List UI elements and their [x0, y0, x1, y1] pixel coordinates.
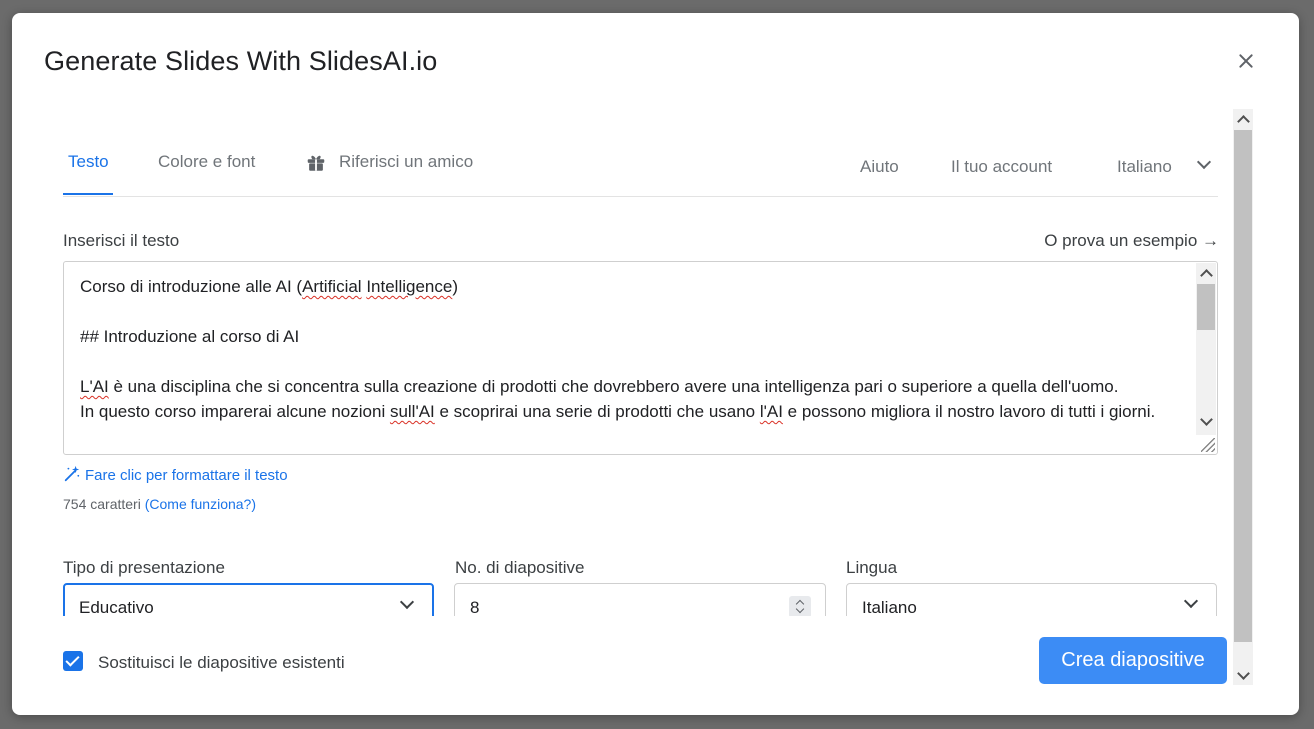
char-count: 754 caratteri (Come funziona?) [63, 496, 256, 512]
text-line: ## Introduzione al corso di AI [80, 327, 300, 346]
text-line: Corso di introduzione alle AI (Artificia… [80, 277, 458, 296]
scroll-up-icon[interactable] [1200, 269, 1213, 282]
magic-wand-icon [64, 465, 80, 482]
text-line: In questo corso imparerai alcune nozioni… [80, 402, 1156, 421]
scroll-up-button[interactable] [1233, 109, 1253, 129]
account-link[interactable]: Il tuo account [951, 157, 1052, 177]
format-link-label[interactable]: Fare clic per formattare il testo [85, 467, 288, 484]
chevron-down-icon[interactable] [1196, 154, 1212, 170]
presentation-type-label: Tipo di presentazione [63, 558, 225, 577]
slide-count-label: No. di diapositive [455, 558, 585, 577]
scrollbar-thumb[interactable] [1234, 130, 1252, 642]
language-label: Lingua [846, 558, 898, 577]
language-selector[interactable]: Italiano [1117, 157, 1172, 177]
replace-slides-checkbox[interactable] [63, 651, 83, 671]
resize-handle-icon[interactable] [1201, 438, 1215, 452]
scroll-down-button[interactable] [1233, 665, 1253, 685]
dialog-scrollbar[interactable] [1233, 109, 1253, 685]
text-content[interactable]: Corso di introduzione alle AI (Artificia… [80, 274, 1190, 424]
format-text-link[interactable]: Fare clic per formattare il testo [63, 465, 288, 484]
create-slides-button[interactable]: Crea diapositive [1039, 637, 1227, 684]
tab-colore-e-font[interactable]: Colore e font [158, 152, 255, 172]
fields-clip [63, 616, 1223, 626]
char-count-value: 754 caratteri [63, 496, 141, 512]
example-link[interactable]: O prova un esempio → [1044, 231, 1219, 251]
active-tab-indicator [63, 193, 113, 195]
text-line [80, 349, 1190, 374]
replace-slides-label[interactable]: Sostituisci le diapositive esistenti [98, 653, 345, 673]
generate-slides-dialog: Generate Slides With SlidesAI.io Testo C… [12, 13, 1299, 715]
how-it-works-link[interactable]: (Come funziona?) [145, 496, 256, 512]
slide-count-value: 8 [470, 598, 480, 617]
text-line [80, 299, 1190, 324]
input-label: Inserisci il testo [63, 231, 180, 250]
chevron-down-icon [399, 594, 415, 610]
help-link[interactable]: Aiuto [860, 157, 899, 177]
scroll-down-icon[interactable] [1200, 413, 1213, 426]
textarea-scrollbar[interactable] [1196, 263, 1216, 435]
tab-bar: Testo Colore e font Riferisci un amico A… [63, 109, 1218, 197]
close-icon[interactable] [1234, 49, 1258, 73]
gift-icon [307, 155, 325, 171]
dialog-title: Generate Slides With SlidesAI.io [44, 46, 438, 76]
stepper-icon[interactable] [789, 596, 811, 618]
presentation-type-value: Educativo [79, 598, 154, 617]
text-input-area[interactable]: Corso di introduzione alle AI (Artificia… [63, 261, 1218, 455]
text-line: L'AI è una disciplina che si concentra s… [80, 377, 1119, 396]
tab-testo[interactable]: Testo [68, 152, 109, 172]
textarea-scroll-thumb[interactable] [1197, 284, 1215, 330]
chevron-down-icon [1183, 593, 1199, 609]
language-value: Italiano [862, 598, 917, 617]
tab-riferisci-un-amico[interactable]: Riferisci un amico [339, 152, 473, 172]
